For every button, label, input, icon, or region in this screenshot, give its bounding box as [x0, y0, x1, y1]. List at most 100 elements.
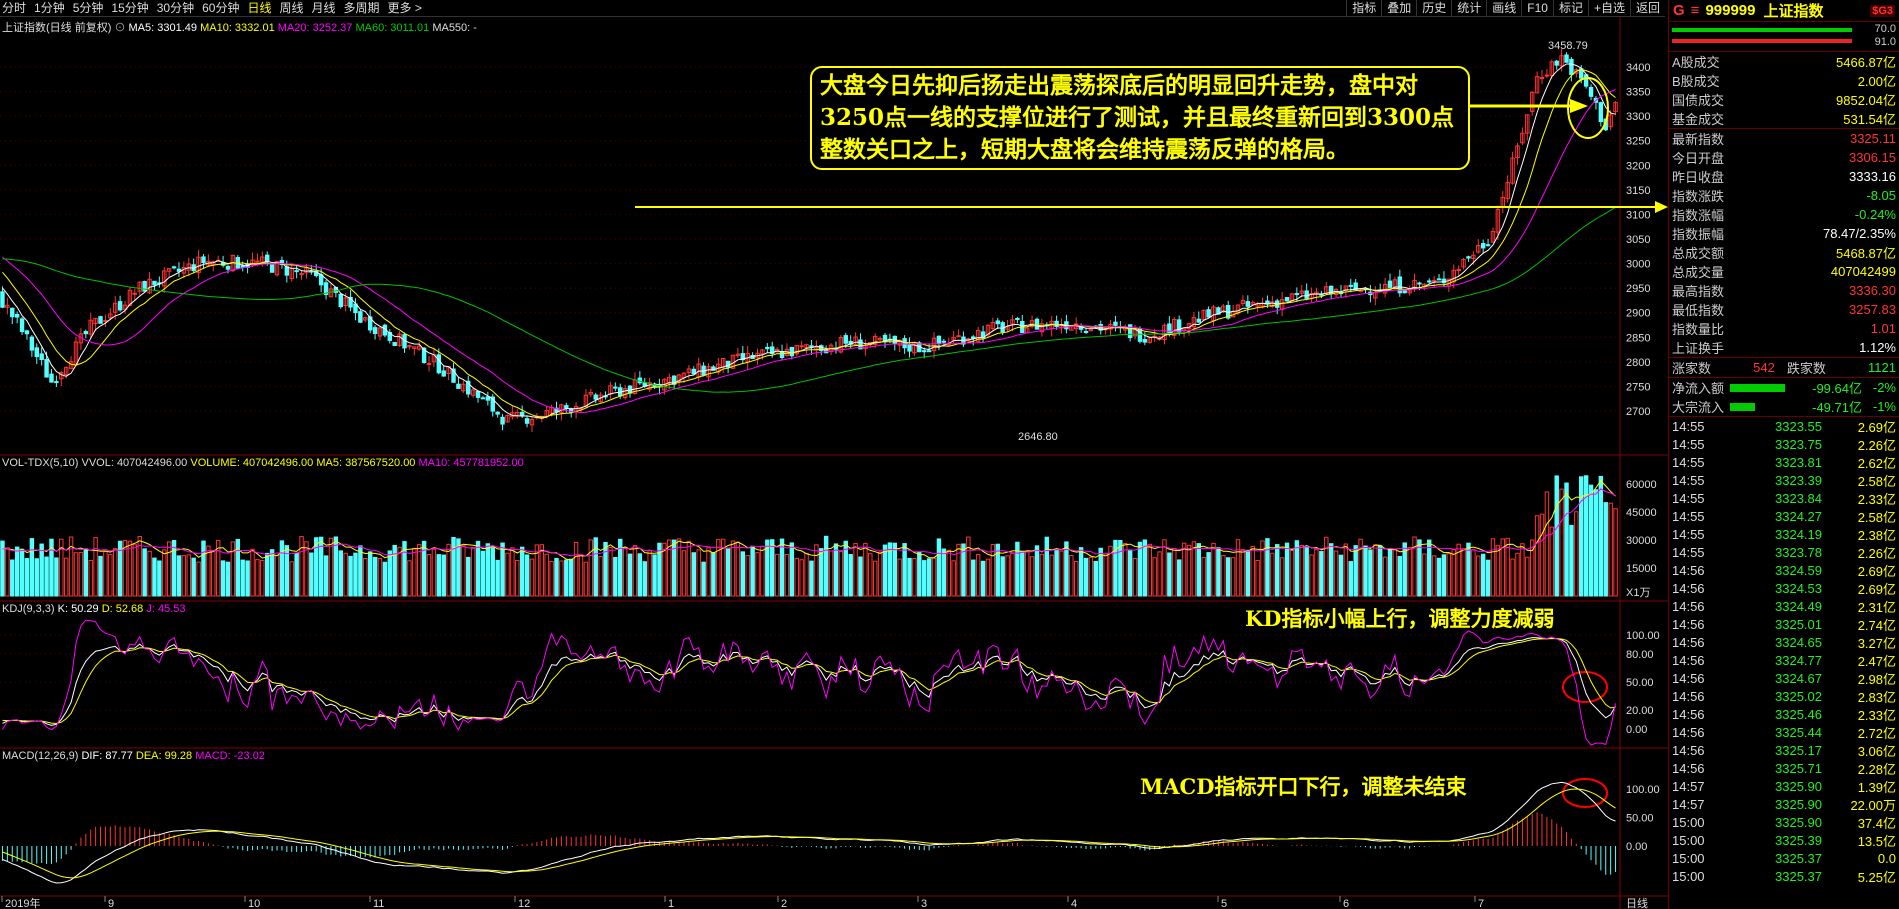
- volume-bar: [505, 552, 510, 597]
- volume-bar: [1525, 556, 1530, 597]
- candle-body: [392, 342, 397, 347]
- volume-bar: [559, 560, 564, 597]
- volume-bar: [323, 555, 329, 597]
- candle-body: [1015, 317, 1020, 320]
- volume-bar: [1284, 542, 1290, 597]
- volume-bar: [667, 539, 672, 597]
- tick-list[interactable]: 14:55 3323.55 2.69亿 14:55 3323.75 2.26亿 14:55 3…: [1669, 417, 1899, 885]
- price-tick-label: 2850: [1626, 332, 1650, 344]
- tick-row: 14:56 3324.53 2.69亿: [1669, 579, 1899, 597]
- volume-bar: [480, 550, 486, 597]
- rise-value: 542: [1753, 360, 1775, 375]
- index-stat-value: 3336.30: [1849, 283, 1896, 298]
- index-stat-row: 昨日收盘 3333.16: [1669, 167, 1899, 186]
- tick-price: 3324.77: [1775, 652, 1822, 668]
- volume-bar: [1039, 553, 1045, 597]
- volume-bar: [1534, 515, 1540, 597]
- ratio-top: 70.0: [1874, 23, 1896, 35]
- candle-body: [294, 270, 299, 273]
- turnover-row: 国债成交 9852.04亿: [1669, 90, 1899, 109]
- turnover-label: B股成交: [1672, 74, 1720, 89]
- tick-time: 14:56: [1672, 652, 1705, 668]
- candle-body: [1127, 324, 1133, 339]
- volume-bar: [299, 536, 304, 597]
- tick-volume: 2.26亿: [1857, 437, 1896, 453]
- volume-bar: [338, 550, 343, 597]
- volume-bar: [809, 560, 814, 597]
- vol-tick-label: 60000: [1626, 479, 1657, 491]
- volume-bar: [897, 558, 902, 597]
- volume-bar: [1603, 502, 1608, 597]
- volume-bar: [1147, 543, 1152, 597]
- volume-bar: [103, 551, 108, 597]
- volume-bar: [274, 555, 280, 597]
- index-stat-row: 最低指数 3257.83: [1669, 300, 1899, 319]
- tick-time: 14:56: [1672, 670, 1705, 686]
- tick-price: 3324.53: [1775, 580, 1822, 596]
- date-tick-label: 6: [1343, 898, 1349, 909]
- volume-bar: [461, 544, 466, 597]
- turnover-value: 9852.04亿: [1836, 93, 1896, 108]
- volume-bar: [83, 548, 89, 597]
- date-tick-label: 11: [373, 898, 384, 909]
- volume-bar: [706, 547, 711, 597]
- volume-bar: [907, 557, 912, 597]
- volume-bar: [922, 560, 927, 597]
- price-tick-label: 2950: [1626, 283, 1650, 295]
- index-stat-label: 昨日收盘: [1672, 170, 1725, 185]
- index-stat-label: 最新指数: [1672, 132, 1725, 147]
- index-stat-value: 3306.15: [1849, 150, 1896, 165]
- price-tick-label: 3300: [1626, 111, 1650, 123]
- volume-bar: [1338, 554, 1344, 597]
- volume-bar: [1485, 559, 1491, 597]
- kdj-annotation: KD指标小幅上行，调整力度减弱: [1245, 606, 1555, 631]
- volume-bar: [387, 550, 393, 597]
- price-tick-label: 2700: [1626, 406, 1650, 418]
- date-tick-label: 9: [108, 898, 114, 909]
- candle-body: [1387, 280, 1393, 288]
- macd-indicator-name: MACD(12,26,9): [2, 750, 79, 762]
- volume-bar: [1539, 513, 1545, 597]
- volume-bar: [519, 546, 525, 597]
- volume-bar: [1549, 526, 1555, 597]
- menu-icon[interactable]: ≡: [1691, 2, 1700, 19]
- tick-row: 14:56 3325.71 2.28亿: [1669, 759, 1899, 777]
- candle-body: [240, 265, 245, 268]
- volume-bar: [353, 552, 358, 597]
- volume-bar: [1583, 475, 1589, 597]
- volume-bar: [1328, 543, 1334, 597]
- volume-bar: [804, 552, 809, 597]
- group-tag[interactable]: $G3: [1870, 4, 1895, 17]
- volume-bar: [696, 549, 701, 597]
- index-stat-label: 最低指数: [1672, 303, 1725, 318]
- volume-bar: [1191, 541, 1197, 597]
- flow-row: 大宗流入 -49.71亿 -1%: [1669, 397, 1899, 416]
- candle-body: [1294, 293, 1300, 296]
- tick-time: 14:57: [1672, 796, 1705, 812]
- volume-bar: [1495, 545, 1501, 597]
- macd-dif-value: DIF: 87.77: [81, 750, 133, 762]
- volume-bar: [951, 560, 956, 597]
- tick-price: 3324.65: [1775, 634, 1822, 650]
- kdj-k-value: K: 50.29: [57, 603, 99, 615]
- tick-price: 3323.39: [1775, 472, 1822, 488]
- volume-bar: [794, 557, 799, 597]
- settings-icon[interactable]: ⊙: [114, 22, 125, 34]
- volume-bar: [613, 556, 618, 597]
- volume-bar: [206, 545, 211, 597]
- volume-bar: [1333, 550, 1339, 597]
- volume-bar: [799, 559, 804, 597]
- volume-bar: [1103, 553, 1108, 597]
- tick-row: 14:56 3325.02 2.83亿: [1669, 687, 1899, 705]
- volume-bar: [1069, 554, 1074, 597]
- tick-volume: 5.25亿: [1857, 869, 1896, 885]
- volume-bar: [113, 548, 118, 597]
- volume-bar: [407, 560, 412, 597]
- tick-price: 3323.78: [1775, 544, 1822, 560]
- flow-pct: -2%: [1872, 380, 1896, 395]
- volume-bar: [686, 540, 692, 597]
- candle-body: [926, 350, 932, 353]
- volume-bar: [181, 555, 187, 597]
- turnover-stats: A股成交 5466.87亿 B股成交 2.00亿 国债成交 9852.04亿 基金成交 531…: [1669, 52, 1899, 129]
- volume-bar: [1480, 553, 1486, 597]
